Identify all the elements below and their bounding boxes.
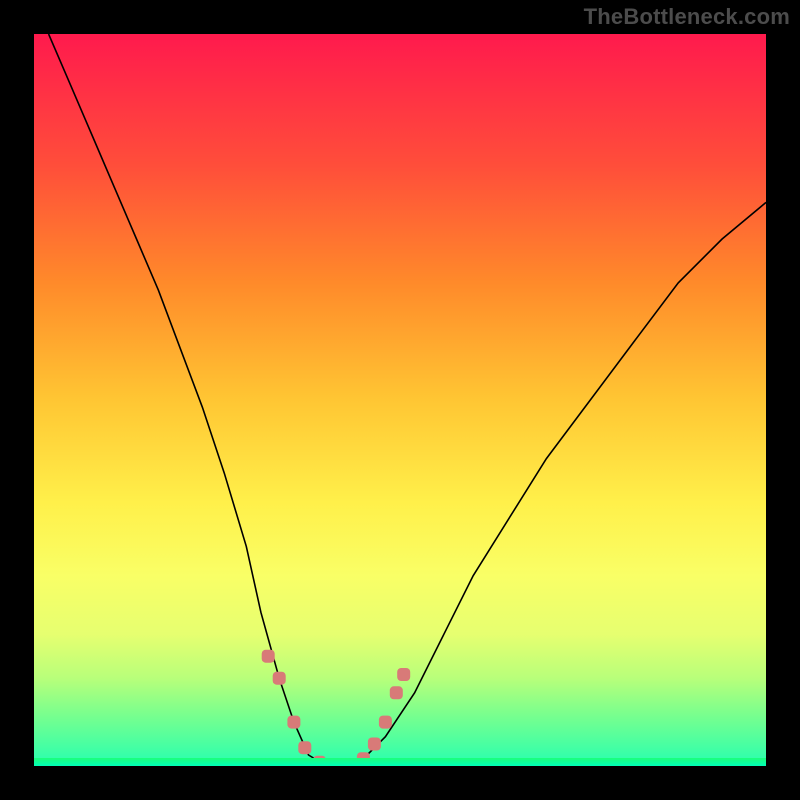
curve-marker: [273, 672, 286, 685]
baseline-strip: [34, 758, 766, 766]
curve-svg: [34, 34, 766, 766]
curve-marker: [379, 716, 392, 729]
curve-marker: [287, 716, 300, 729]
curve-marker: [390, 686, 403, 699]
curve-marker: [368, 738, 381, 751]
curve-marker: [262, 650, 275, 663]
curve-marker: [298, 741, 311, 754]
bottleneck-curve: [49, 34, 766, 766]
plot-area: [34, 34, 766, 766]
chart-frame: TheBottleneck.com: [0, 0, 800, 800]
marker-group: [262, 650, 411, 766]
curve-marker: [397, 668, 410, 681]
watermark-text: TheBottleneck.com: [584, 4, 790, 30]
